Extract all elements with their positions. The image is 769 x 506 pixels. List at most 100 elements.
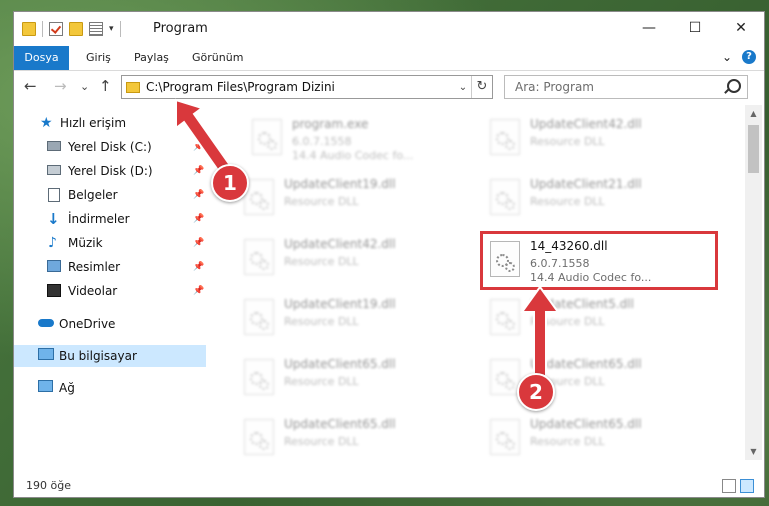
status-bar: 190 öğe <box>14 474 764 497</box>
nav-label: Belgeler <box>68 188 118 202</box>
title-bar: ▾ Program — ☐ ✕ <box>14 12 764 46</box>
new-folder-icon[interactable] <box>69 22 83 36</box>
forward-arrow-icon[interactable]: → <box>54 77 67 95</box>
file-detail: Resource DLL <box>284 255 359 268</box>
customize-toolbar-icon[interactable]: ▾ <box>109 24 114 34</box>
explorer-window: ▾ Program — ☐ ✕ Dosya Giriş Paylaş Görün… <box>13 11 765 498</box>
file-detail: Resource DLL <box>530 135 605 148</box>
nav-item-documents[interactable]: Belgeler 📌 <box>14 184 206 206</box>
address-bar[interactable]: C:\Program Files\Program Dizini ⌄ ↻ <box>121 75 493 99</box>
nav-quick-access[interactable]: ★ Hızlı erişim <box>14 112 206 134</box>
file-name: UpdateClient42.dll <box>530 117 642 131</box>
chevron-down-icon[interactable]: ⌄ <box>455 82 471 93</box>
toolbar-separator <box>42 21 43 37</box>
file-detail: 6.0.7.1558 <box>292 135 352 148</box>
window-title: Program <box>153 21 208 36</box>
ribbon-tabs: Dosya Giriş Paylaş Görünüm ⌄ ? <box>14 46 764 71</box>
file-tile[interactable]: UpdateClient19.dll Resource DLL <box>236 173 466 223</box>
pin-icon[interactable]: 📌 <box>193 214 204 224</box>
file-tile[interactable]: program.exe 6.0.7.1558 14.4 Audio Codec … <box>244 113 474 163</box>
vertical-scrollbar[interactable]: ▲ ▼ <box>745 105 762 460</box>
file-tile[interactable]: UpdateClient65.dll Resource DLL <box>236 413 466 460</box>
properties-icon[interactable] <box>89 22 103 36</box>
dll-file-icon <box>490 419 520 455</box>
nav-item-videos[interactable]: Videolar 📌 <box>14 280 206 302</box>
file-detail: Resource DLL <box>284 435 359 448</box>
search-icon[interactable] <box>727 79 741 93</box>
star-icon: ★ <box>40 115 53 131</box>
file-name: UpdateClient65.dll <box>530 417 642 431</box>
step-1-badge: 1 <box>211 164 249 202</box>
scroll-up-icon[interactable]: ▲ <box>745 105 762 122</box>
details-view-icon[interactable] <box>722 479 736 493</box>
file-name: program.exe <box>292 117 369 131</box>
nav-item-downloads[interactable]: ↓ İndirmeler 📌 <box>14 208 206 230</box>
refresh-icon[interactable]: ↻ <box>471 76 492 98</box>
nav-item-music[interactable]: ♪ Müzik 📌 <box>14 232 206 254</box>
pin-icon[interactable]: 📌 <box>193 238 204 248</box>
nav-item-local-disk-c[interactable]: Yerel Disk (C:) 📌 <box>14 136 206 158</box>
dll-file-icon <box>490 359 520 395</box>
tab-file[interactable]: Dosya <box>14 46 69 70</box>
nav-onedrive[interactable]: OneDrive <box>14 313 206 335</box>
search-input[interactable] <box>513 79 717 95</box>
nav-network[interactable]: Ağ <box>14 377 206 399</box>
file-name: UpdateClient21.dll <box>530 177 642 191</box>
document-icon <box>48 188 60 202</box>
properties-check-icon[interactable] <box>49 22 63 36</box>
up-arrow-icon[interactable]: ↑ <box>99 77 112 95</box>
chevron-down-icon[interactable]: ⌄ <box>722 50 732 64</box>
address-path[interactable]: C:\Program Files\Program Dizini <box>146 80 455 94</box>
file-detail: 14.4 Audio Codec fo... <box>292 149 414 162</box>
file-tile[interactable]: UpdateClient5.dll Resource DLL <box>482 293 712 343</box>
file-list: program.exe 6.0.7.1558 14.4 Audio Codec … <box>214 105 744 460</box>
file-tile[interactable]: UpdateClient42.dll Resource DLL <box>236 233 466 283</box>
back-arrow-icon[interactable]: ← <box>24 77 37 95</box>
scrollbar-thumb[interactable] <box>748 125 759 173</box>
nav-label: Yerel Disk (C:) <box>68 140 152 154</box>
nav-label: Videolar <box>68 284 118 298</box>
item-count: 190 öğe <box>26 479 71 492</box>
file-tile[interactable]: UpdateClient65.dll Resource DLL <box>236 353 466 403</box>
dll-file-icon <box>244 239 274 275</box>
recent-locations-icon[interactable]: ⌄ <box>80 80 89 93</box>
nav-label: Yerel Disk (D:) <box>68 164 153 178</box>
file-tile[interactable]: UpdateClient21.dll Resource DLL <box>482 173 712 223</box>
pin-icon[interactable]: 📌 <box>193 286 204 296</box>
pictures-icon <box>47 260 61 272</box>
film-icon <box>47 284 61 297</box>
file-name: UpdateClient65.dll <box>530 357 642 371</box>
quick-access-toolbar: ▾ <box>22 21 121 37</box>
file-tile[interactable]: UpdateClient19.dll Resource DLL <box>236 293 466 343</box>
step-2-badge: 2 <box>517 373 555 411</box>
navigation-pane: ★ Hızlı erişim Yerel Disk (C:) 📌 Yerel D… <box>14 105 210 460</box>
pin-icon[interactable]: 📌 <box>193 262 204 272</box>
pin-icon[interactable]: 📌 <box>193 142 204 152</box>
nav-this-pc[interactable]: Bu bilgisayar <box>14 345 206 367</box>
dll-file-icon <box>490 179 520 215</box>
help-icon[interactable]: ? <box>742 50 756 64</box>
file-detail: Resource DLL <box>284 195 359 208</box>
tiles-view-icon[interactable] <box>740 479 754 493</box>
folder-icon <box>22 22 36 36</box>
tab-view[interactable]: Görünüm <box>192 46 243 70</box>
pin-icon[interactable]: 📌 <box>193 166 204 176</box>
search-box[interactable] <box>504 75 748 99</box>
nav-label: Resimler <box>68 260 121 274</box>
scroll-down-icon[interactable]: ▼ <box>745 443 762 460</box>
toolbar-separator <box>119 21 121 37</box>
dll-file-icon <box>490 299 520 335</box>
file-tile[interactable]: UpdateClient42.dll Resource DLL <box>482 113 712 163</box>
nav-item-pictures[interactable]: Resimler 📌 <box>14 256 206 278</box>
file-tile[interactable]: UpdateClient65.dll Resource DLL <box>482 413 712 460</box>
nav-label: Hızlı erişim <box>60 116 127 130</box>
minimize-button[interactable]: — <box>626 12 672 44</box>
pin-icon[interactable]: 📌 <box>193 190 204 200</box>
file-name: UpdateClient19.dll <box>284 297 396 311</box>
close-button[interactable]: ✕ <box>718 12 764 44</box>
target-file-highlight <box>480 231 718 290</box>
nav-item-local-disk-d[interactable]: Yerel Disk (D:) 📌 <box>14 160 206 182</box>
tab-share[interactable]: Paylaş <box>134 46 169 70</box>
tab-home[interactable]: Giriş <box>86 46 111 70</box>
maximize-button[interactable]: ☐ <box>672 12 718 44</box>
